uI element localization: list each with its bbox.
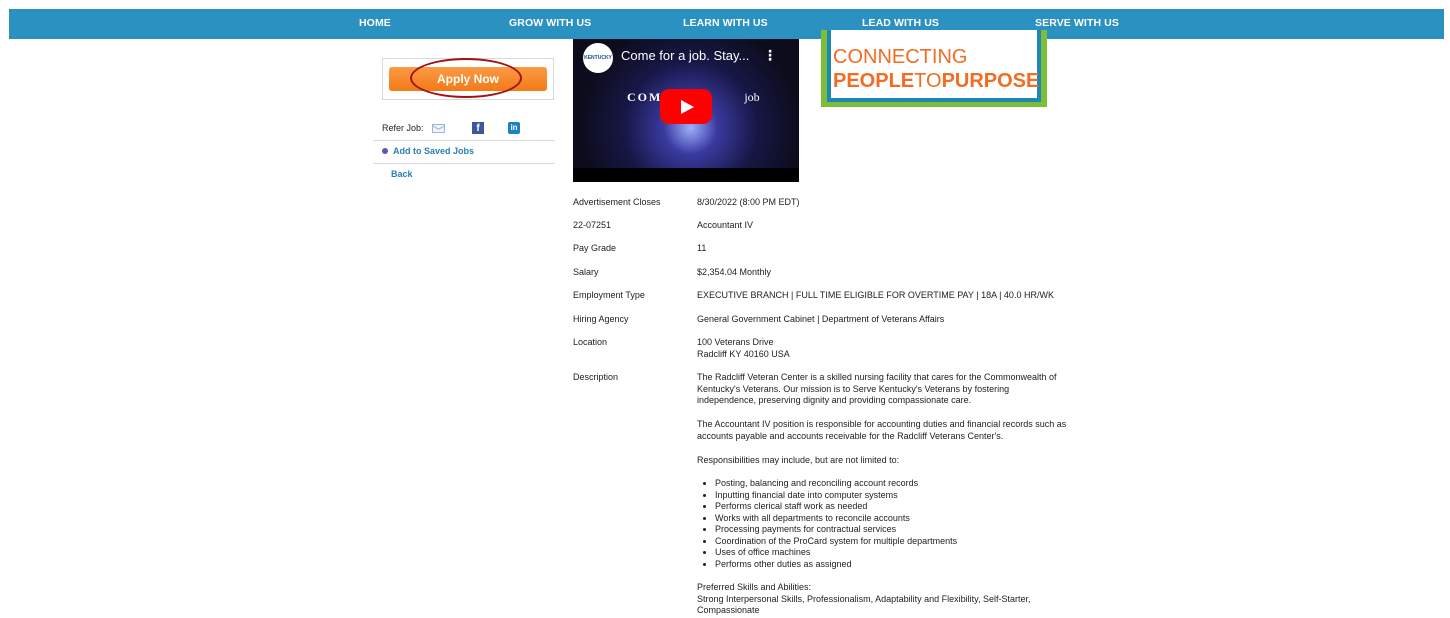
desc-line: Responsibilities may include, but are no… bbox=[697, 455, 900, 465]
logo-line-1: CONNECTING bbox=[833, 46, 968, 68]
skills-line: Strong Interpersonal Skills, Professiona… bbox=[697, 593, 1031, 604]
responsibilities-list: Posting, balancing and reconciling accou… bbox=[697, 478, 957, 570]
ad-closes-value: 8/30/2022 (8:00 PM EDT) bbox=[697, 197, 800, 207]
responsibilities-intro: Responsibilities may include, but are no… bbox=[697, 455, 1077, 467]
nav-grow-with-us[interactable]: GROW WITH US bbox=[509, 17, 591, 29]
nav-learn-with-us[interactable]: LEARN WITH US bbox=[683, 17, 768, 29]
top-nav: HOME GROW WITH US LEARN WITH US LEAD WIT… bbox=[9, 9, 1444, 39]
logo-people: PEOPLE bbox=[833, 70, 915, 92]
channel-avatar[interactable]: KENTUCKY bbox=[583, 43, 613, 73]
job-title: Accountant IV bbox=[697, 220, 754, 230]
hiring-agency-label: Hiring Agency bbox=[573, 314, 629, 324]
list-item: Inputting financial date into computer s… bbox=[715, 490, 957, 502]
connecting-people-logo: CONNECTING PEOPLETOPURPOSE bbox=[821, 30, 1047, 107]
logo-panel: CONNECTING PEOPLETOPURPOSE bbox=[831, 30, 1039, 98]
plus-icon bbox=[382, 147, 388, 154]
desc-line: Kentucky's Veterans. Our mission is to S… bbox=[697, 383, 1010, 394]
video-bottom-bar bbox=[573, 168, 799, 182]
logo-line-2: PEOPLETOPURPOSE bbox=[833, 70, 1039, 93]
list-item: Posting, balancing and reconciling accou… bbox=[715, 478, 957, 490]
apply-box: Apply Now bbox=[382, 58, 554, 100]
logo-to: TO bbox=[914, 70, 942, 92]
description-label: Description bbox=[573, 372, 619, 382]
salary-value: $2,354.04 Monthly bbox=[697, 267, 772, 277]
location-line-2: Radcliff KY 40160 USA bbox=[697, 348, 790, 359]
saved-jobs-label: Add to Saved Jobs bbox=[393, 146, 475, 156]
list-item: Processing payments for contractual serv… bbox=[715, 524, 957, 536]
pay-grade-value: 11 bbox=[697, 243, 707, 253]
list-item: Uses of office machines bbox=[715, 547, 957, 559]
skills-line: Compassionate bbox=[697, 605, 760, 615]
back-link[interactable]: Back bbox=[391, 169, 413, 179]
list-item: Works with all departments to reconcile … bbox=[715, 513, 957, 525]
pay-grade-label: Pay Grade bbox=[573, 243, 617, 253]
location-value: 100 Veterans Drive Radcliff KY 40160 USA bbox=[697, 337, 790, 360]
preferred-skills: Preferred Skills and Abilities: Strong I… bbox=[697, 582, 1077, 617]
play-button[interactable] bbox=[660, 89, 712, 124]
nav-lead-with-us[interactable]: LEAD WITH US bbox=[862, 17, 939, 29]
divider bbox=[373, 140, 555, 141]
logo-purpose: PURPOSE bbox=[941, 70, 1040, 92]
employment-type-value: EXECUTIVE BRANCH | FULL TIME ELIGIBLE FO… bbox=[697, 290, 1054, 300]
description-paragraph-2: The Accountant IV position is responsibl… bbox=[697, 419, 1077, 442]
nav-home[interactable]: HOME bbox=[359, 17, 391, 29]
location-line-1: 100 Veterans Drive bbox=[697, 337, 774, 347]
list-item: Coordination of the ProCard system for m… bbox=[715, 536, 957, 548]
desc-line: The Accountant IV position is responsibl… bbox=[697, 419, 1067, 429]
overlay-left-text: COM bbox=[627, 90, 663, 104]
skills-label: Preferred Skills and Abilities: bbox=[697, 582, 812, 592]
salary-label: Salary bbox=[573, 267, 599, 277]
add-to-saved-jobs-link[interactable]: Add to Saved Jobs bbox=[382, 146, 474, 156]
logo-inner-frame: CONNECTING PEOPLETOPURPOSE bbox=[827, 30, 1041, 102]
desc-line: The Radcliff Veteran Center is a skilled… bbox=[697, 372, 1057, 382]
nav-serve-with-us[interactable]: SERVE WITH US bbox=[1035, 17, 1119, 29]
ad-closes-label: Advertisement Closes bbox=[573, 197, 661, 207]
description-paragraph-1: The Radcliff Veteran Center is a skilled… bbox=[697, 372, 1077, 407]
employment-type-label: Employment Type bbox=[573, 290, 645, 300]
location-label: Location bbox=[573, 337, 608, 347]
list-item: Performs other duties as assigned bbox=[715, 559, 957, 571]
video-player[interactable]: KENTUCKY Come for a job. Stay... ⋮ COM jo… bbox=[573, 39, 799, 182]
list-item: Performs clerical staff work as needed bbox=[715, 501, 957, 513]
divider bbox=[373, 163, 555, 164]
mail-icon[interactable] bbox=[432, 124, 445, 133]
linkedin-icon[interactable]: in bbox=[508, 122, 520, 134]
refer-job-row: Refer Job: f in bbox=[382, 121, 554, 139]
video-title[interactable]: Come for a job. Stay... bbox=[621, 48, 749, 63]
refer-job-label: Refer Job: bbox=[382, 123, 424, 133]
desc-line: accounts payable and accounts receivable… bbox=[697, 430, 1004, 441]
hiring-agency-value: General Government Cabinet | Department … bbox=[697, 314, 945, 324]
job-id: 22-07251 bbox=[573, 220, 612, 230]
more-options-icon[interactable]: ⋮ bbox=[763, 47, 777, 64]
apply-now-button[interactable]: Apply Now bbox=[389, 67, 547, 91]
facebook-icon[interactable]: f bbox=[472, 122, 484, 134]
overlay-right-text: job bbox=[744, 90, 760, 104]
desc-line: independence, preserving dignity and pro… bbox=[697, 395, 972, 405]
